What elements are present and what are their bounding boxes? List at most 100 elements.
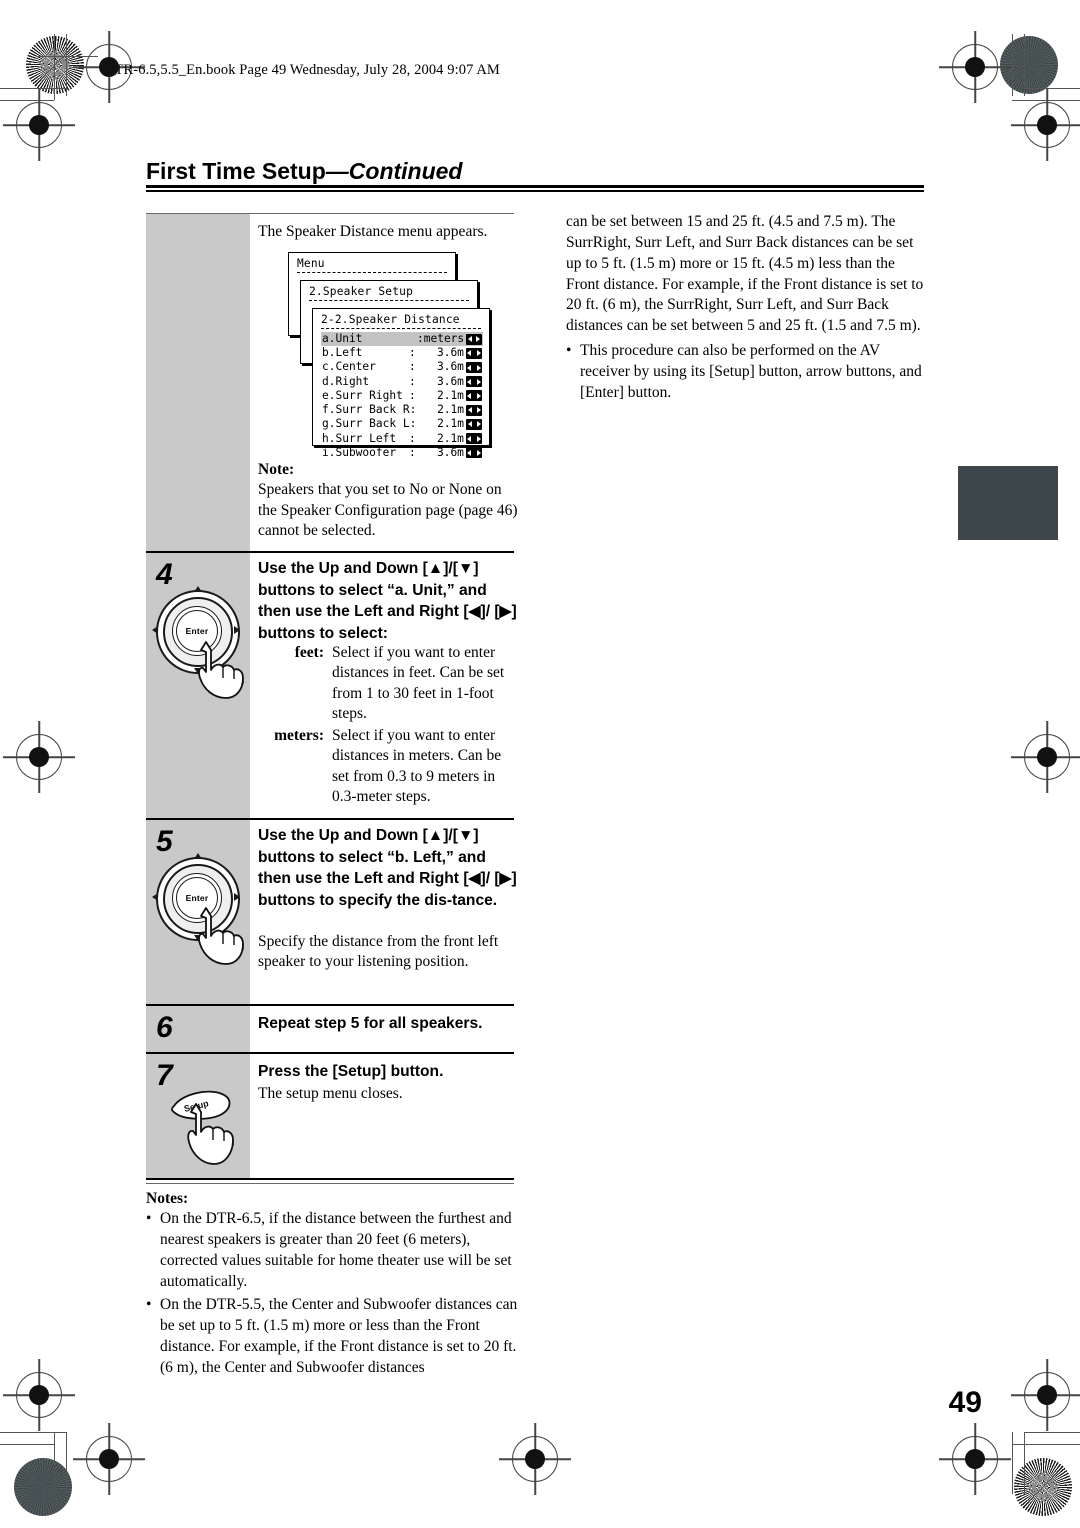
osd-row[interactable]: a.Unit :meters <box>321 332 483 347</box>
osd-row-value: :meters <box>417 332 465 345</box>
bullet-icon: • <box>566 342 572 360</box>
pointing-hand-icon-step4 <box>190 640 252 702</box>
osd-row[interactable]: b.Left: 3.6m <box>321 346 483 360</box>
registration-mark-left-upper <box>16 102 62 148</box>
osd-row[interactable]: e.Surr Right: 2.1m <box>321 389 483 403</box>
osd-row-colon: : <box>409 360 416 374</box>
rule-top <box>146 213 514 215</box>
pointing-hand-icon-step5 <box>190 906 252 968</box>
osd-row-value: 3.6m <box>436 445 464 459</box>
note-body: Speakers that you set to No or None on t… <box>258 481 518 540</box>
osd-row-value: 2.1m <box>436 388 464 402</box>
step-7-heading: Press the [Setup] button. <box>258 1063 444 1080</box>
left-right-arrow-icon <box>465 376 482 388</box>
crop-line <box>54 88 56 100</box>
crop-line <box>1024 88 1080 90</box>
registration-mark-bottom-right <box>952 1436 998 1482</box>
osd-window-speaker-distance: 2-2.Speaker Distance a.Unit:meters b.Lef… <box>312 308 490 459</box>
crop-line <box>1024 1432 1080 1434</box>
definition-row: feet: Select if you want to enter distan… <box>258 643 520 725</box>
rule-bottom <box>146 1178 514 1180</box>
osd-row-list: a.Unit:meters b.Left:3.6m c.Center:3.6m … <box>313 331 489 465</box>
intro-text: The Speaker Distance menu appears. <box>258 223 488 240</box>
step-4-heading: Use the Up and Down [▲]/[▼] buttons to s… <box>258 560 517 643</box>
step-7-body: The setup menu closes. <box>258 1085 403 1102</box>
osd-divider <box>321 328 481 329</box>
rule-bottom-hairline <box>146 1183 514 1185</box>
crop-line <box>0 88 66 90</box>
crop-line <box>0 100 54 102</box>
osd-row-colon: : <box>409 388 416 402</box>
section-tab-marker <box>958 466 1058 540</box>
right-arrow-icon <box>234 626 240 634</box>
rule-step5 <box>146 818 514 820</box>
page-title: First Time Setup—Continued <box>146 158 462 185</box>
osd-row-label: h.Surr Left <box>322 431 397 445</box>
bullet-icon: • <box>146 1296 152 1314</box>
note-heading: Note: <box>258 461 295 478</box>
document-page: DTR-6.5,5.5_En.book Page 49 Wednesday, J… <box>0 0 1080 1528</box>
osd-row-label: f.Surr Back R <box>322 403 410 417</box>
starburst-mark-bottom-left <box>14 1458 72 1516</box>
note-bullet: • On the DTR-6.5, if the distance betwee… <box>146 1209 524 1292</box>
osd-window-speaker-setup-title: 2.Speaker Setup <box>309 285 414 298</box>
crop-line <box>66 34 68 96</box>
left-arrow-icon <box>152 626 158 634</box>
osd-row[interactable]: c.Center: 3.6m <box>321 360 483 374</box>
header-rule <box>36 56 98 58</box>
osd-row[interactable]: d.Right: 3.6m <box>321 375 483 389</box>
osd-row[interactable]: g.Surr Back L: 2.1m <box>321 417 483 431</box>
up-arrow-icon <box>194 586 202 592</box>
bullet-text: This procedure can also be performed on … <box>580 342 922 401</box>
left-right-arrow-icon <box>465 347 482 359</box>
osd-menu-illustration: Menu 2.Speaker Setup 2-2.Speaker Distanc… <box>288 252 490 459</box>
crop-line <box>54 34 56 96</box>
osd-row[interactable]: i.Subwoofer: 3.6m <box>321 446 483 460</box>
registration-mark-bottom-center <box>512 1436 558 1482</box>
rule-step6 <box>146 1004 514 1006</box>
osd-row-label: c.Center <box>322 360 376 374</box>
osd-row[interactable]: f.Surr Back R: 2.1m <box>321 403 483 417</box>
step-5-heading: Use the Up and Down [▲]/[▼] buttons to s… <box>258 827 517 910</box>
definition-term: feet: <box>294 644 324 661</box>
osd-row-label: g.Surr Back L <box>322 417 410 431</box>
title-rule-thin <box>146 190 924 192</box>
osd-row-colon: : <box>409 346 416 360</box>
registration-mark-right-upper <box>952 44 998 90</box>
osd-row-label: e.Surr Right <box>322 388 403 402</box>
osd-row-label: a.Unit <box>322 332 363 345</box>
osd-row-label: i.Subwoofer <box>322 445 397 459</box>
osd-row-colon: : <box>409 445 416 459</box>
right-column: can be set between 15 and 25 ft. (4.5 an… <box>566 212 926 404</box>
registration-mark-left-lower <box>16 1372 62 1418</box>
left-arrow-icon <box>152 893 158 901</box>
starburst-mark-top-right <box>1000 36 1058 94</box>
file-header-text: DTR-6.5,5.5_En.book Page 49 Wednesday, J… <box>104 62 500 78</box>
crop-line <box>1012 1432 1014 1494</box>
definition-term: meters: <box>274 726 324 744</box>
page-number: 49 <box>948 1386 982 1419</box>
left-right-arrow-icon <box>465 362 482 374</box>
continued-paragraph: can be set between 15 and 25 ft. (4.5 an… <box>566 213 924 335</box>
note-block: Note: Speakers that you set to No or Non… <box>258 460 518 542</box>
osd-row-colon: : <box>409 417 417 431</box>
notes-heading: Notes: <box>146 1190 189 1207</box>
registration-mark-left-middle <box>16 734 62 780</box>
osd-row[interactable]: h.Surr Left: 2.1m <box>321 432 483 446</box>
notes-section: Notes: • On the DTR-6.5, if the distance… <box>146 1190 524 1379</box>
right-arrow-icon <box>234 893 240 901</box>
registration-mark-right-edge <box>1024 102 1070 148</box>
osd-row-colon: : <box>409 403 417 417</box>
page-title-main: First Time Setup <box>146 158 326 184</box>
definition-description: Select if you want to enter distances in… <box>332 726 502 806</box>
crop-line <box>66 1432 68 1494</box>
step-number-6: 6 <box>156 1011 173 1044</box>
left-right-arrow-icon <box>466 404 482 416</box>
note-bullet: • On the DTR-5.5, the Center and Subwoof… <box>146 1295 524 1378</box>
osd-row-label: b.Left <box>322 346 363 360</box>
rule-step4 <box>146 551 514 553</box>
left-right-arrow-icon <box>466 418 482 430</box>
left-right-arrow-icon <box>465 433 482 445</box>
registration-mark-right-lower <box>1024 1372 1070 1418</box>
step-6-heading: Repeat step 5 for all speakers. <box>258 1015 483 1032</box>
